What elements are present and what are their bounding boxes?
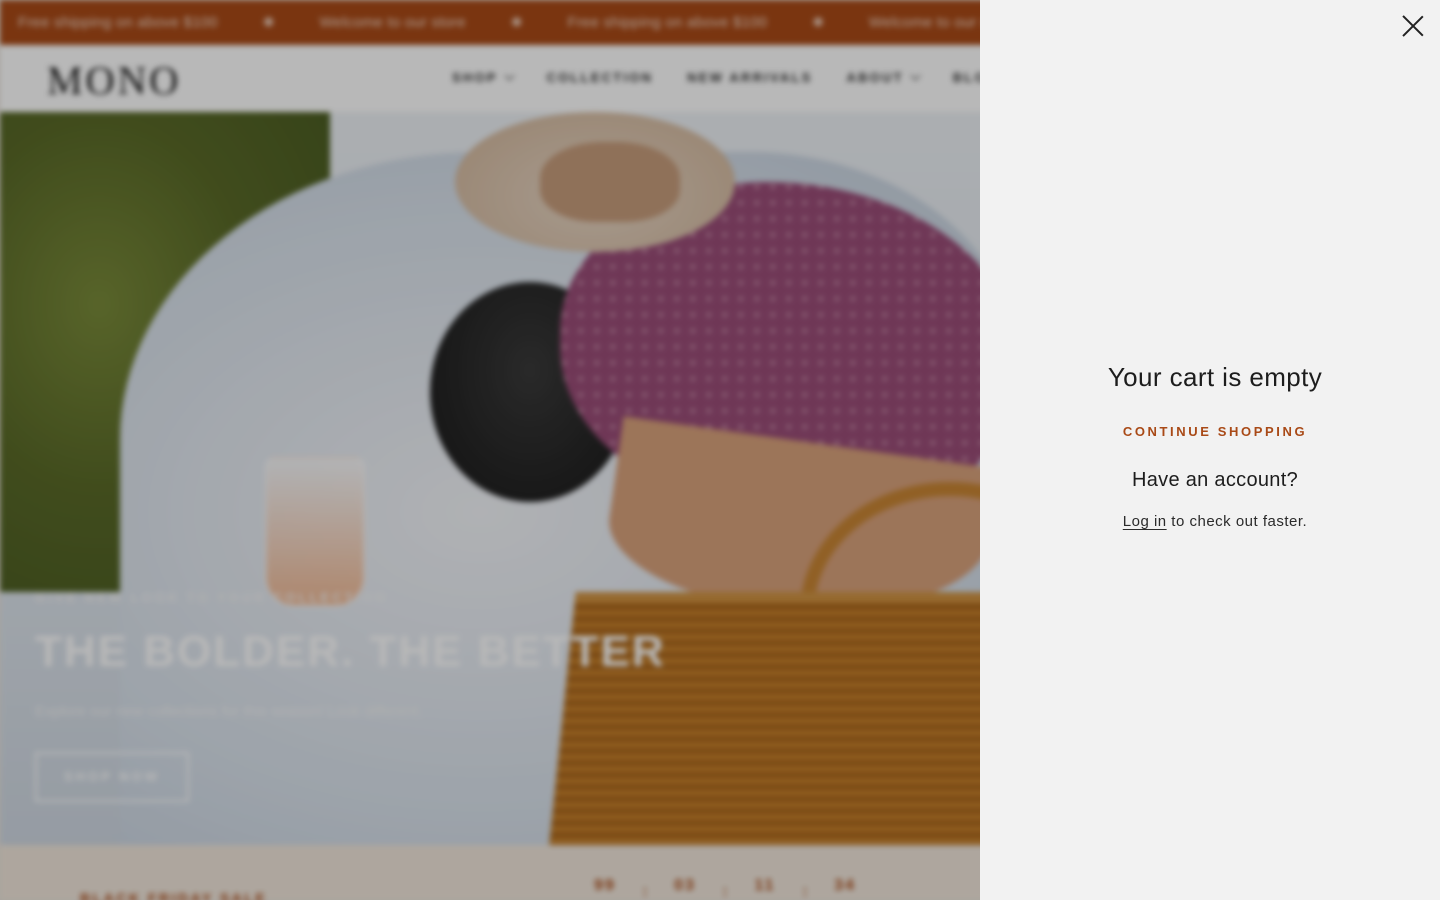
drawer-overlay[interactable] bbox=[0, 0, 980, 900]
cart-empty-title: Your cart is empty bbox=[1107, 362, 1323, 392]
login-prompt: Log in to check out faster. bbox=[980, 513, 1440, 530]
cart-drawer-content: Your cart is empty CONTINUE SHOPPING Hav… bbox=[980, 362, 1440, 530]
account-title: Have an account? bbox=[1131, 469, 1299, 491]
close-icon[interactable] bbox=[1402, 15, 1424, 37]
login-link[interactable]: Log in bbox=[1123, 513, 1167, 530]
continue-shopping-button[interactable]: CONTINUE SHOPPING bbox=[1123, 424, 1307, 439]
login-suffix: to check out faster. bbox=[1166, 513, 1308, 530]
